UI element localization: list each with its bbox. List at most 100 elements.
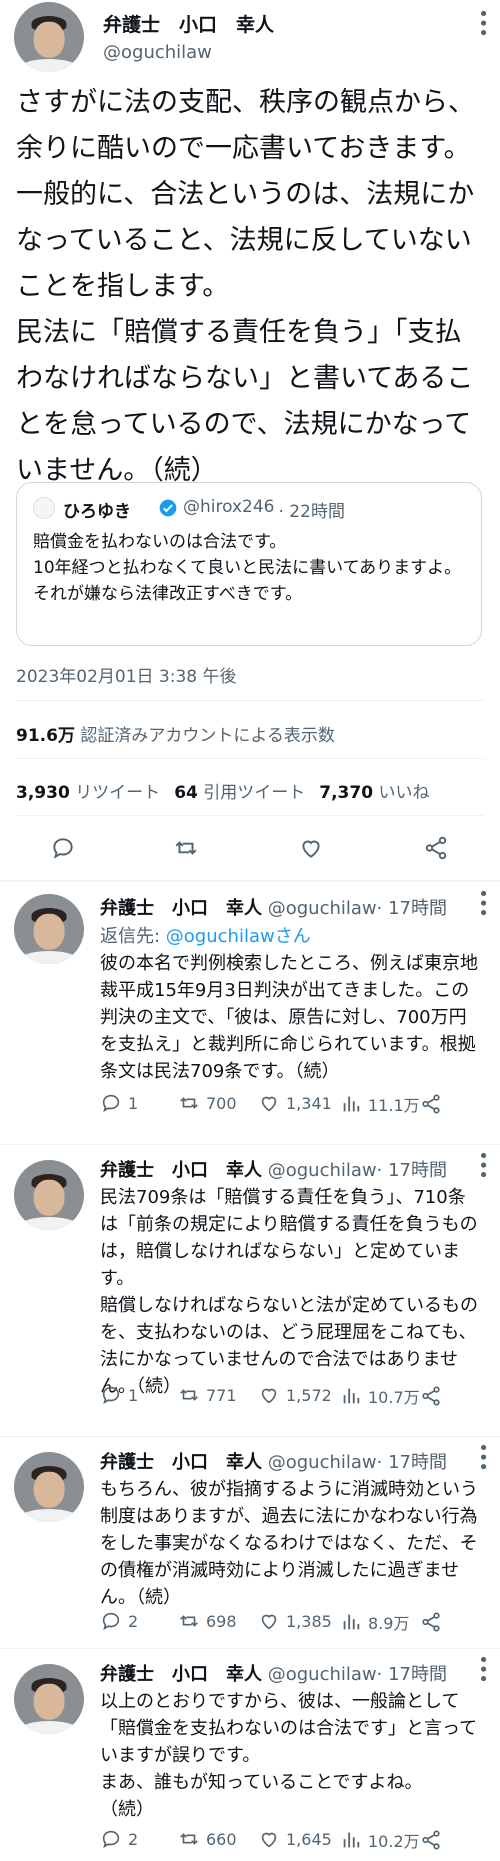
- likes-count: 7,370: [319, 783, 374, 803]
- reply-body: 以上のとおりですから、彼は、一般論として「賠償金を支払わないのは合法です」と言っ…: [100, 1691, 478, 1820]
- like-action[interactable]: 1,572: [258, 1384, 332, 1406]
- reply-time[interactable]: · 17時間: [377, 1664, 447, 1685]
- like-action[interactable]: 1,385: [258, 1610, 332, 1632]
- like-count: 1,645: [286, 1829, 332, 1849]
- quoted-body: 賠償金を払わないのは合法です。 10年経つと払わなくて良いと民法に書いてあります…: [33, 532, 462, 604]
- reply-action[interactable]: 1: [100, 1384, 138, 1406]
- engagement-stats: 3,930 リツイート 64 引用ツイート 7,370 いいね: [16, 778, 429, 803]
- avatar[interactable]: [14, 1664, 84, 1734]
- author-name[interactable]: 弁護士 小口 幸人: [100, 1160, 262, 1181]
- views-icon: [343, 1096, 360, 1112]
- reply-to-line: 返信先: @oguchilawさん: [100, 922, 311, 948]
- reply-time[interactable]: · 17時間: [377, 1160, 447, 1181]
- retweet-action[interactable]: 698: [178, 1610, 237, 1632]
- views-icon: [343, 1832, 360, 1848]
- reply-icon: [102, 1094, 120, 1113]
- author-name[interactable]: 弁護士 小口 幸人: [100, 898, 262, 919]
- reply-count: 1: [128, 1385, 139, 1405]
- share-icon[interactable]: [423, 835, 449, 861]
- quoted-tweet[interactable]: ひろゆき @hirox246 · 22時間 賠償金を払わないのは合法です。 10…: [16, 482, 482, 646]
- quotes-label: 引用ツイート: [203, 783, 306, 803]
- share-icon[interactable]: [420, 1829, 442, 1851]
- retweet-icon: [180, 1389, 198, 1401]
- author-name[interactable]: 弁護士 小口 幸人: [103, 10, 274, 37]
- views-action[interactable]: 10.7万: [340, 1384, 420, 1408]
- views-stat: 91.6万 認証済みアカウントによる表示数: [16, 721, 335, 746]
- divider: [0, 1436, 500, 1437]
- more-icon[interactable]: •••: [472, 8, 493, 37]
- reply-icon: [102, 1386, 120, 1405]
- author-handle[interactable]: @oguchilaw: [268, 1452, 377, 1473]
- retweet-count: 700: [206, 1093, 237, 1113]
- share-icon[interactable]: [420, 1093, 442, 1115]
- reply-to-prefix: 返信先:: [100, 926, 166, 947]
- views-label: 認証済みアカウントによる表示数: [80, 726, 335, 746]
- reply-icon: [102, 1830, 120, 1849]
- like-icon[interactable]: [298, 835, 324, 861]
- reply-time[interactable]: · 17時間: [377, 898, 447, 919]
- reply-count: 1: [128, 1093, 139, 1113]
- views-action[interactable]: 8.9万: [340, 1610, 409, 1634]
- quotes-count: 64: [174, 783, 198, 803]
- reply-to-link[interactable]: @oguchilawさん: [166, 926, 311, 947]
- retweet-action[interactable]: 700: [178, 1092, 237, 1114]
- like-action[interactable]: 1,341: [258, 1092, 332, 1114]
- reply-header: 弁護士 小口 幸人 @oguchilaw· 17時間: [100, 1660, 447, 1686]
- avatar[interactable]: [14, 894, 84, 964]
- like-icon: [261, 1614, 277, 1630]
- reply-header: 弁護士 小口 幸人 @oguchilaw· 17時間: [100, 1448, 447, 1474]
- reply-time[interactable]: · 17時間: [377, 1452, 447, 1473]
- quotes-stat[interactable]: 64 引用ツイート: [174, 778, 305, 803]
- share-icon[interactable]: [420, 1611, 442, 1633]
- author-handle[interactable]: @oguchilaw: [268, 1160, 377, 1181]
- author-handle[interactable]: @oguchilaw: [268, 1664, 377, 1685]
- tweet-body: さすがに法の支配、秩序の観点から、余りに酷いので一応書いておきます。 一般的に、…: [16, 87, 475, 486]
- reply-count: 2: [128, 1829, 139, 1849]
- retweet-icon: [180, 1833, 198, 1845]
- retweet-icon: [180, 1615, 198, 1627]
- retweet-action[interactable]: 660: [178, 1828, 237, 1850]
- author-handle[interactable]: @oguchilaw: [103, 42, 212, 63]
- more-icon[interactable]: •••: [472, 888, 493, 917]
- views-action[interactable]: 10.2万: [340, 1828, 420, 1852]
- reply-icon: [102, 1612, 120, 1631]
- views-count: 10.7万: [368, 1388, 420, 1407]
- reply-tweet[interactable]: 弁護士 小口 幸人 @oguchilaw· 17時間 ••• 以上のとおりですか…: [0, 1650, 500, 1861]
- like-icon: [261, 1388, 277, 1404]
- like-action[interactable]: 1,645: [258, 1828, 332, 1850]
- divider: [0, 880, 500, 882]
- author-name[interactable]: 弁護士 小口 幸人: [100, 1664, 262, 1685]
- avatar[interactable]: [14, 1452, 84, 1522]
- likes-stat[interactable]: 7,370 いいね: [319, 778, 429, 803]
- avatar[interactable]: [14, 2, 84, 72]
- divider: [0, 1648, 500, 1649]
- reply-tweet[interactable]: 弁護士 小口 幸人 @oguchilaw· 17時間 ••• もちろん、彼が指摘…: [0, 1438, 500, 1648]
- reply-action[interactable]: 2: [100, 1610, 138, 1632]
- tweet-timestamp[interactable]: 2023年02月01日 3:38 午後: [16, 662, 237, 687]
- author-handle[interactable]: @oguchilaw: [268, 898, 377, 919]
- more-icon[interactable]: •••: [472, 1150, 493, 1179]
- retweet-icon: [180, 1097, 198, 1109]
- retweet-icon[interactable]: [173, 835, 199, 861]
- share-icon[interactable]: [420, 1385, 442, 1407]
- reply-body: もちろん、彼が指摘するように消滅時効という制度はありますが、過去に法にかなわない…: [100, 1479, 478, 1608]
- reply-action[interactable]: 1: [100, 1092, 138, 1114]
- reply-action[interactable]: 2: [100, 1828, 138, 1850]
- more-icon[interactable]: •••: [472, 1654, 493, 1683]
- reply-body: 彼の本名で判例検索したところ、例えば東京地裁平成15年9月3日判決が出てきました…: [100, 953, 478, 1082]
- views-action[interactable]: 11.1万: [340, 1092, 420, 1116]
- reply-tweet[interactable]: 弁護士 小口 幸人 @oguchilaw· 17時間 ••• 民法709条は「賠…: [0, 1146, 500, 1436]
- reply-icon[interactable]: [50, 835, 76, 861]
- divider: [16, 758, 484, 759]
- reply-tweet[interactable]: 弁護士 小口 幸人 @oguchilaw· 17時間 ••• 返信先: @ogu…: [0, 884, 500, 1144]
- like-icon: [261, 1832, 277, 1848]
- avatar[interactable]: [14, 1160, 84, 1230]
- avatar: [33, 497, 55, 519]
- retweets-stat[interactable]: 3,930 リツイート: [16, 778, 160, 803]
- more-icon[interactable]: •••: [472, 1442, 493, 1471]
- divider: [16, 700, 484, 701]
- views-count: 8.9万: [368, 1614, 410, 1633]
- retweet-action[interactable]: 771: [178, 1384, 237, 1406]
- like-count: 1,385: [286, 1611, 332, 1631]
- author-name[interactable]: 弁護士 小口 幸人: [100, 1452, 262, 1473]
